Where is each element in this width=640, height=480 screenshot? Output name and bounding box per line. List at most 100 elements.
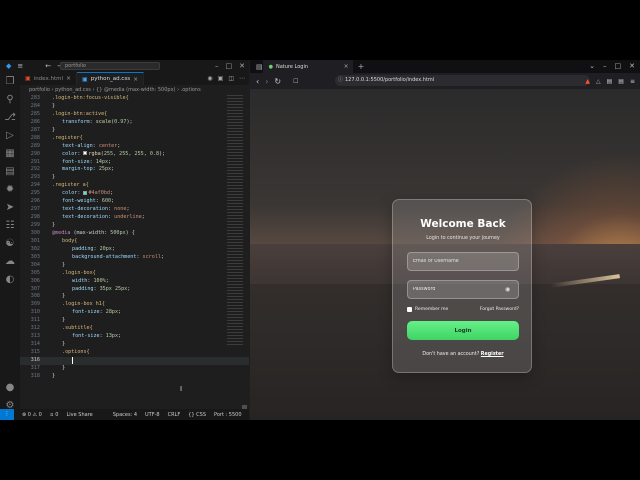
tab-close-icon[interactable]: × xyxy=(66,75,71,82)
browser-chevron-down-icon[interactable]: ⌄ xyxy=(589,60,595,73)
code-line[interactable]: 313 font-size: 13px; xyxy=(20,333,249,341)
ports-status[interactable]: ⯏ 0 xyxy=(50,412,59,418)
code-line[interactable]: 300 @media (max-width: 500px) { xyxy=(20,230,249,238)
code-line[interactable]: 295 color: #4af0bd; xyxy=(20,190,249,198)
color-swatch[interactable] xyxy=(83,151,88,156)
code-line[interactable]: 315 .options{ xyxy=(20,349,249,357)
code-line[interactable]: 310 font-size: 28px; xyxy=(20,309,249,317)
tab-index-html[interactable]: ▣ index.html × xyxy=(20,72,78,85)
site-info-icon[interactable]: ⓘ xyxy=(338,75,343,86)
browser-tab[interactable]: ● Nature Login × xyxy=(262,60,353,73)
register-link[interactable]: Register xyxy=(481,352,504,357)
maximize-icon[interactable]: □ xyxy=(226,60,233,72)
git-graph-icon[interactable]: ☁ xyxy=(0,252,20,270)
login-button[interactable]: Login xyxy=(407,321,519,340)
code-line[interactable]: 298 text-decoration: underline; xyxy=(20,214,249,222)
code-line[interactable]: 292 margin-top: 25px; xyxy=(20,166,249,174)
code-line[interactable]: 304} xyxy=(20,262,249,270)
address-bar[interactable]: ⓘ 127.0.0.1:5500/portfolio/index.html xyxy=(335,75,590,86)
code-line[interactable]: 287} xyxy=(20,127,249,135)
remember-label[interactable]: Remember me xyxy=(415,306,448,313)
code-line[interactable]: 316 xyxy=(20,356,249,365)
color-swatch[interactable] xyxy=(83,190,88,195)
sidebar-panel-icon[interactable]: ▤ xyxy=(607,78,613,85)
code-line[interactable]: 289 text-align: center; xyxy=(20,143,249,151)
preview-icon[interactable]: ◉ xyxy=(207,75,212,82)
code-line[interactable]: 302 padding: 20px; xyxy=(20,246,249,254)
tab-close-icon[interactable]: × xyxy=(133,76,138,83)
search-icon[interactable]: ⚲ xyxy=(0,90,20,108)
sidebar-toggle-icon[interactable]: ▤ xyxy=(256,61,263,73)
back-icon[interactable]: ‹ xyxy=(256,77,259,86)
code-editor[interactable]: 283 .login-btn:focus-visible{284} 285 .logi… xyxy=(20,95,249,409)
browser-menu-icon[interactable]: ≡ xyxy=(630,78,635,85)
forward-icon[interactable]: › xyxy=(265,77,268,86)
browser-close-icon[interactable]: ✕ xyxy=(629,60,635,73)
code-line[interactable]: 284} xyxy=(20,103,249,111)
bookmark-icon[interactable]: ☐ xyxy=(293,78,298,85)
code-line[interactable]: 318} xyxy=(20,373,249,381)
email-field[interactable] xyxy=(407,252,519,271)
run-debug-icon[interactable]: ▷ xyxy=(0,126,20,144)
indent-status[interactable]: Spaces: 4 xyxy=(113,412,137,418)
remote-explorer-icon[interactable]: ▤ xyxy=(0,162,20,180)
remember-checkbox[interactable] xyxy=(407,307,412,312)
new-tab-icon[interactable]: + xyxy=(358,62,365,71)
browser-maximize-icon[interactable]: □ xyxy=(615,60,622,73)
code-line[interactable]: 285 .login-btn:active{ xyxy=(20,111,249,119)
live-share-status[interactable]: Live Share xyxy=(66,412,92,418)
code-line[interactable]: 288 .register{ xyxy=(20,135,249,143)
code-line[interactable]: 299} xyxy=(20,222,249,230)
code-line[interactable]: 294 .register a{ xyxy=(20,182,249,190)
code-line[interactable]: 306 width: 100%; xyxy=(20,278,249,286)
explorer-icon[interactable]: ❐ xyxy=(0,72,20,90)
remote-icon[interactable]: ⋮ xyxy=(0,409,14,420)
more-actions-icon[interactable]: ⋯ xyxy=(239,75,245,82)
code-line[interactable]: 317} xyxy=(20,365,249,373)
language-status[interactable]: {} CSS xyxy=(188,412,206,418)
database-icon[interactable]: ☯ xyxy=(0,234,20,252)
eye-icon[interactable]: ◉ xyxy=(505,286,510,293)
account-icon[interactable]: ● xyxy=(0,378,20,396)
code-line[interactable]: 301 body{ xyxy=(20,238,249,246)
encoding-status[interactable]: UTF-8 xyxy=(145,412,160,418)
forgot-password-link[interactable]: Forgot Password? xyxy=(480,306,519,313)
code-line[interactable]: 305 .login-box{ xyxy=(20,270,249,278)
nav-back-icon[interactable]: ← xyxy=(45,60,51,72)
code-line[interactable]: 290 color: rgba(255, 255, 255, 0.8); xyxy=(20,151,249,159)
code-line[interactable]: 308} xyxy=(20,293,249,301)
docker-icon[interactable]: ☷ xyxy=(0,216,20,234)
code-line[interactable]: 303 background-attachment: scroll; xyxy=(20,254,249,262)
timeline-icon[interactable]: ◐ xyxy=(0,270,20,288)
browser-tab-close-icon[interactable]: × xyxy=(344,63,349,70)
code-line[interactable]: 307 padding: 35px 25px; xyxy=(20,286,249,294)
live-share-icon[interactable]: ➤ xyxy=(0,198,20,216)
code-line[interactable]: 297 text-decoration: none; xyxy=(20,206,249,214)
brave-rewards-icon[interactable]: △ xyxy=(596,78,601,85)
compare-icon[interactable]: ▣ xyxy=(218,75,224,82)
brave-shields-icon[interactable]: ▲ xyxy=(585,78,590,85)
minimize-icon[interactable]: – xyxy=(215,60,219,72)
code-line[interactable]: 291 font-size: 14px; xyxy=(20,159,249,167)
wallet-icon[interactable]: ▤ xyxy=(618,78,624,85)
code-line[interactable]: 286 transform: scale(0.97); xyxy=(20,119,249,127)
reload-icon[interactable]: ↻ xyxy=(274,77,281,86)
code-line[interactable]: 293} xyxy=(20,174,249,182)
testing-icon[interactable]: ✹ xyxy=(0,180,20,198)
breadcrumb[interactable]: portfolio › python_ad.css › {} @media (m… xyxy=(20,85,249,95)
browser-minimize-icon[interactable]: – xyxy=(603,60,607,73)
split-editor-icon[interactable]: ◫ xyxy=(228,75,234,82)
password-field[interactable] xyxy=(407,280,519,299)
close-icon[interactable]: ✕ xyxy=(239,60,245,72)
problems-status[interactable]: ⊗ 0 ⚠ 0 xyxy=(22,412,42,418)
menu-icon[interactable]: ≡ xyxy=(17,60,23,72)
tab-python-ad-css[interactable]: ▣ python_ad.css × xyxy=(77,72,145,85)
live-server-port[interactable]: Port : 5500 xyxy=(214,412,242,418)
extensions-icon[interactable]: ▦ xyxy=(0,144,20,162)
code-line[interactable]: 312 .subtitle{ xyxy=(20,325,249,333)
code-line[interactable]: 283 .login-btn:focus-visible{ xyxy=(20,95,249,103)
code-line[interactable]: 309 .login-box h1{ xyxy=(20,301,249,309)
code-line[interactable]: 314} xyxy=(20,341,249,349)
code-line[interactable]: 311} xyxy=(20,317,249,325)
command-center-search[interactable]: portfolio xyxy=(60,62,160,70)
